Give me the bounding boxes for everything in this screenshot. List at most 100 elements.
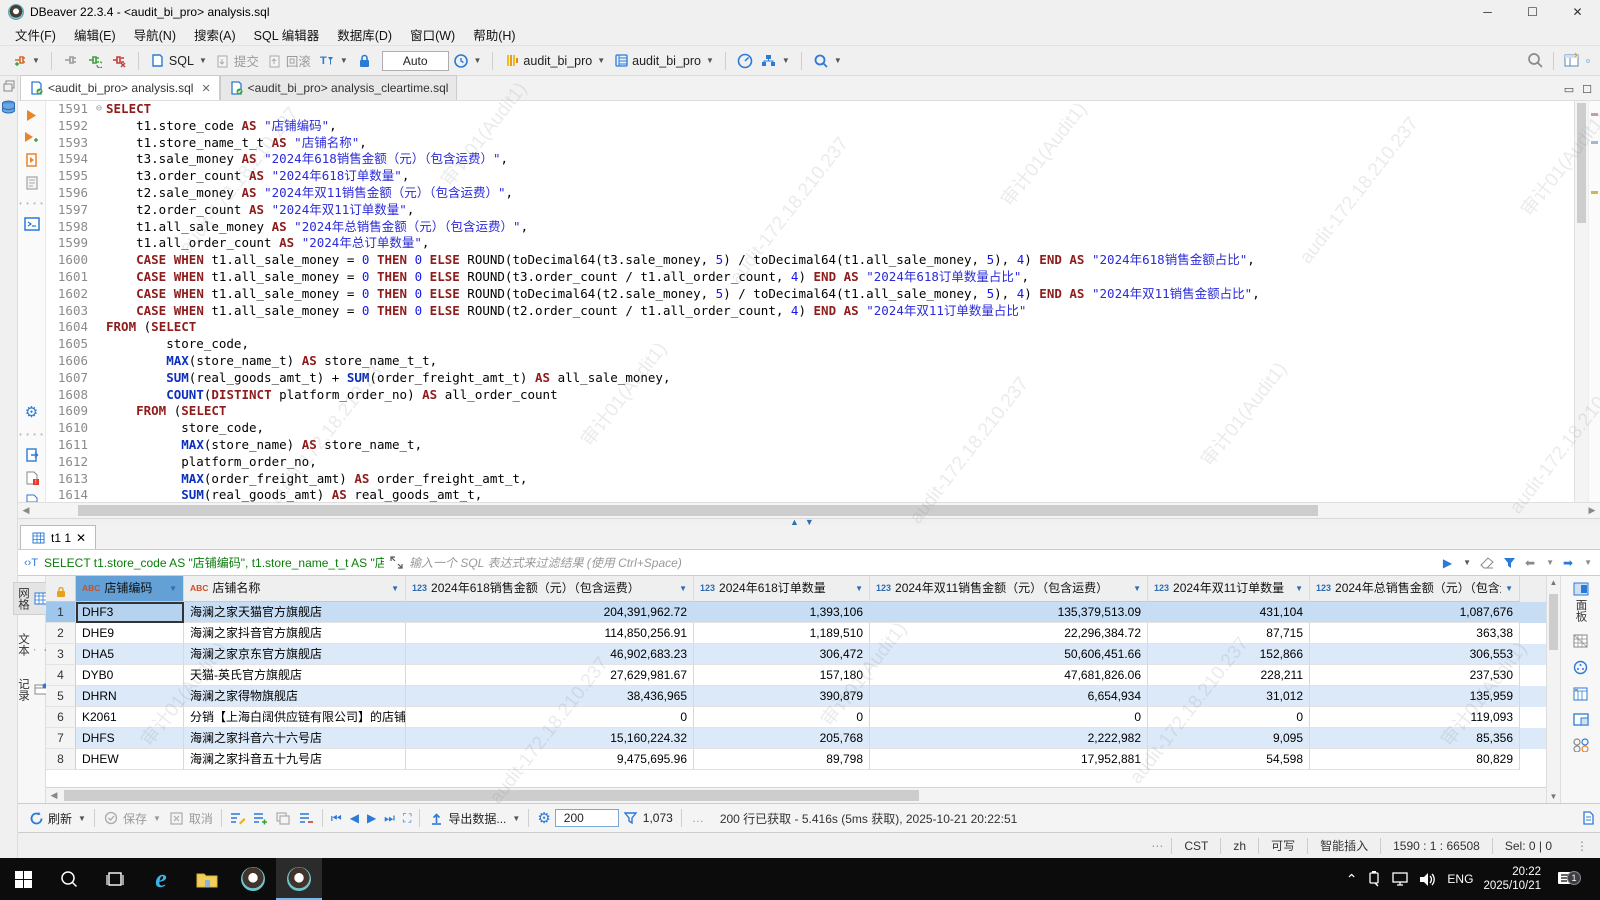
column-header[interactable]: 1232024年总销售金额（元）（包含运费） ▼ bbox=[1310, 576, 1520, 602]
scroll-up-icon[interactable]: ▲ bbox=[1547, 578, 1560, 587]
table-cell[interactable]: 15,160,224.32 bbox=[406, 728, 694, 749]
table-cell[interactable]: 390,879 bbox=[694, 686, 870, 707]
scroll-left-icon[interactable]: ◀ bbox=[46, 790, 62, 801]
table-cell[interactable]: 237,530 bbox=[1310, 665, 1520, 686]
execute-script-button[interactable] bbox=[25, 153, 39, 167]
table-cell[interactable]: 363,38 bbox=[1310, 623, 1520, 644]
last-row-button[interactable]: ⏭ bbox=[380, 809, 399, 828]
row-number[interactable]: 8 bbox=[46, 749, 76, 770]
table-cell[interactable]: 2,222,982 bbox=[870, 728, 1148, 749]
taskbar-search-button[interactable] bbox=[46, 858, 92, 900]
calc-panel-icon[interactable] bbox=[1573, 687, 1588, 701]
maximize-button[interactable]: ☐ bbox=[1510, 0, 1555, 24]
save-button[interactable]: 保存 ▼ bbox=[99, 808, 165, 829]
menu-item[interactable]: 导航(N) bbox=[125, 23, 185, 46]
open-perspective-icon[interactable] bbox=[1564, 52, 1580, 69]
table-cell[interactable]: DHEW bbox=[76, 749, 184, 770]
grid-horizontal-scrollbar[interactable]: ◀ bbox=[46, 787, 1546, 803]
editor-horizontal-scrollbar[interactable]: ◀ ▶ bbox=[18, 502, 1600, 518]
new-connection-button[interactable]: ▼ bbox=[7, 51, 44, 71]
dbeaver-perspective-button[interactable] bbox=[1586, 58, 1590, 63]
table-cell[interactable]: 135,959 bbox=[1310, 686, 1520, 707]
filter-settings-icon[interactable] bbox=[1503, 557, 1516, 569]
table-cell[interactable]: 海澜之家抖音六十六号店 bbox=[184, 728, 406, 749]
row-number[interactable]: 6 bbox=[46, 707, 76, 728]
table-cell[interactable]: 114,850,256.91 bbox=[406, 623, 694, 644]
transaction-mode-button[interactable]: T ▼ bbox=[315, 51, 352, 71]
table-cell[interactable]: 306,472 bbox=[694, 644, 870, 665]
column-sort-icon[interactable]: ▼ bbox=[1133, 576, 1141, 601]
maximize-editor-icon[interactable]: ☐ bbox=[1582, 83, 1592, 96]
table-cell[interactable]: 135,379,513.09 bbox=[870, 602, 1148, 623]
row-number[interactable]: 3 bbox=[46, 644, 76, 665]
grid-vertical-scrollbar[interactable]: ▲ ▼ bbox=[1546, 576, 1560, 803]
table-cell[interactable]: DYB0 bbox=[76, 665, 184, 686]
row-number[interactable]: 1 bbox=[46, 602, 76, 623]
tx-log-button[interactable]: ▼ bbox=[449, 51, 486, 71]
expand-filter-icon[interactable] bbox=[390, 556, 403, 569]
delete-row-button[interactable] bbox=[295, 810, 318, 827]
table-cell[interactable]: 31,012 bbox=[1148, 686, 1310, 707]
table-cell[interactable]: 46,902,683.23 bbox=[406, 644, 694, 665]
overflow-menu-icon[interactable]: … bbox=[686, 811, 710, 825]
history-back-icon[interactable]: ⬅ bbox=[1525, 556, 1535, 570]
connect-button[interactable] bbox=[59, 51, 83, 71]
lock-button[interactable] bbox=[352, 51, 376, 71]
table-cell[interactable]: 306,553 bbox=[1310, 644, 1520, 665]
start-button[interactable] bbox=[0, 858, 46, 900]
close-button[interactable]: ✕ bbox=[1555, 0, 1600, 24]
compare-panel-icon[interactable] bbox=[1572, 738, 1589, 752]
table-cell[interactable]: 海澜之家抖音五十九号店 bbox=[184, 749, 406, 770]
table-cell[interactable]: 89,798 bbox=[694, 749, 870, 770]
table-cell[interactable]: 22,296,384.72 bbox=[870, 623, 1148, 644]
minimize-editor-icon[interactable]: ▭ bbox=[1564, 83, 1574, 96]
table-cell[interactable]: K2061 bbox=[76, 707, 184, 728]
database-navigator-icon[interactable] bbox=[1, 100, 16, 114]
commit-mode-selector[interactable]: Auto bbox=[381, 50, 449, 71]
clear-filter-icon[interactable] bbox=[1480, 556, 1494, 569]
table-cell[interactable]: 17,952,881 bbox=[870, 749, 1148, 770]
row-number[interactable]: 7 bbox=[46, 728, 76, 749]
usb-tray-icon[interactable] bbox=[1367, 871, 1381, 887]
column-sort-icon[interactable]: ▼ bbox=[1295, 576, 1303, 601]
value-viewer-icon[interactable] bbox=[1573, 634, 1588, 648]
maximize-results-icon[interactable]: ▲ bbox=[790, 517, 799, 527]
column-header[interactable]: 123 2024年双11订单数量 ▼ bbox=[1148, 576, 1310, 602]
panel-tab[interactable]: 面板 bbox=[1573, 582, 1589, 622]
rollback-button[interactable]: 回滚 bbox=[263, 49, 315, 72]
column-sort-icon[interactable]: ▼ bbox=[1505, 576, 1513, 601]
table-cell[interactable]: 85,356 bbox=[1310, 728, 1520, 749]
metadata-icon[interactable] bbox=[1573, 660, 1588, 675]
dbeaver-taskbar-button-active[interactable] bbox=[276, 858, 322, 900]
network-tray-icon[interactable] bbox=[1391, 872, 1409, 886]
execute-statement-button[interactable] bbox=[25, 109, 38, 122]
doc-icon[interactable] bbox=[25, 494, 39, 502]
table-cell[interactable]: 152,866 bbox=[1148, 644, 1310, 665]
fold-marker[interactable]: ⊖ bbox=[92, 101, 106, 118]
commit-button[interactable]: 提交 bbox=[211, 49, 263, 72]
editor-vertical-scrollbar[interactable] bbox=[1574, 101, 1588, 502]
column-sort-icon[interactable]: ▼ bbox=[169, 576, 177, 601]
table-row[interactable]: 2 DHE9 海澜之家抖音官方旗舰店 114,850,256.91 1,189,510 2… bbox=[46, 623, 1546, 644]
table-cell[interactable]: 38,436,965 bbox=[406, 686, 694, 707]
menu-item[interactable]: 搜索(A) bbox=[185, 23, 245, 46]
close-tab-icon[interactable]: ✕ bbox=[76, 531, 86, 545]
result-grid[interactable]: ABC 店铺编码 ▼ ABC 店铺名称 ▼ 123 2024年618销售金额（元）（包含运费）… bbox=[46, 576, 1546, 787]
action-center-button[interactable]: 1 bbox=[1551, 871, 1581, 887]
table-row[interactable]: 5 DHRN 海澜之家得物旗舰店 38,436,965 390,879 6,654,934… bbox=[46, 686, 1546, 707]
table-cell[interactable]: 80,829 bbox=[1310, 749, 1520, 770]
reconnect-button[interactable] bbox=[83, 51, 107, 71]
menu-item[interactable]: 窗口(W) bbox=[401, 23, 464, 46]
fetch-all-button[interactable]: 1,073 bbox=[619, 808, 677, 828]
edit-cell-button[interactable] bbox=[226, 810, 249, 827]
menu-item[interactable]: 编辑(E) bbox=[65, 23, 125, 46]
table-cell[interactable]: 0 bbox=[694, 707, 870, 728]
table-cell[interactable]: 0 bbox=[1148, 707, 1310, 728]
table-row[interactable]: 6 K2061 分销【上海白阔供应链有限公司】的店铺 0 0 0 0 119,093 bbox=[46, 707, 1546, 728]
table-cell[interactable]: 海澜之家天猫官方旗舰店 bbox=[184, 602, 406, 623]
row-number[interactable]: 5 bbox=[46, 686, 76, 707]
table-cell[interactable]: 1,087,676 bbox=[1310, 602, 1520, 623]
first-row-button[interactable]: ⏮ bbox=[327, 809, 346, 828]
table-cell[interactable]: 157,180 bbox=[694, 665, 870, 686]
copy-status-icon[interactable] bbox=[1581, 811, 1594, 825]
